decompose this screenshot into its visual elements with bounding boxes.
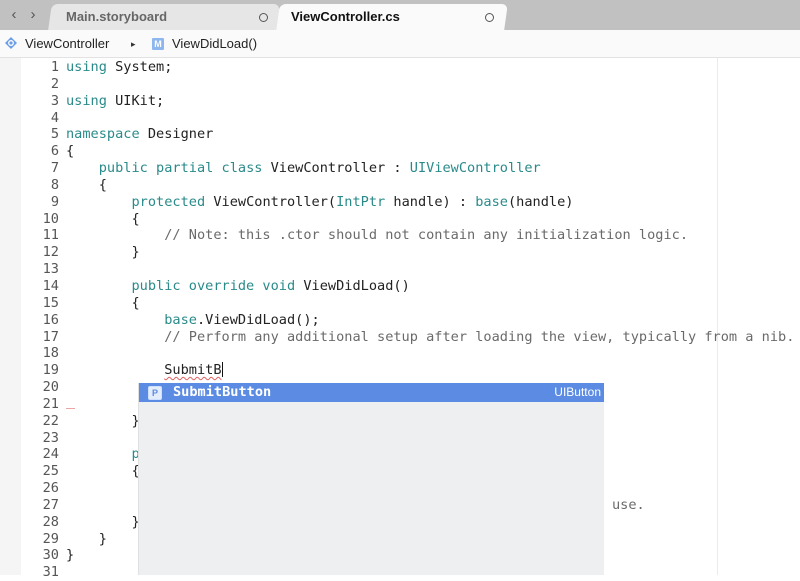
code-line: 9 protected ViewController(IntPtr handle… — [0, 194, 800, 211]
code-line-current: 19 SubmitB — [0, 362, 800, 379]
back-button[interactable]: ‹ — [5, 6, 23, 24]
code-line: 16 base.ViewDidLoad(); — [0, 312, 800, 329]
line-number: 4 — [50, 109, 59, 126]
class-icon — [5, 37, 17, 49]
code-line: 14 public override void ViewDidLoad() — [0, 278, 800, 295]
code-line: 15 { — [0, 295, 800, 312]
text-caret — [221, 362, 223, 378]
line-number: 12 — [42, 244, 59, 261]
line-number: 7 — [50, 160, 59, 177]
line-number: 28 — [42, 513, 59, 530]
code-line: 3 using UIKit; — [0, 93, 800, 110]
tab-main-storyboard-label: Main.storyboard — [66, 9, 168, 24]
line-number: 15 — [42, 294, 59, 311]
line-number: 8 — [50, 176, 59, 193]
code-line: 12 } — [0, 244, 800, 261]
code-line: 8 { — [0, 177, 800, 194]
line-number: 30 — [42, 547, 59, 564]
line-number: 5 — [50, 126, 59, 143]
breadcrumb-class[interactable]: ViewController — [25, 36, 109, 51]
code-line: 13 — [0, 261, 800, 278]
line-number: 18 — [42, 345, 59, 362]
line-number: 6 — [50, 143, 59, 160]
autocomplete-popup: P SubmitButton UIButton — [138, 383, 604, 575]
forward-button[interactable]: › — [24, 6, 42, 24]
error-squiggle-icon: ﹏ — [66, 400, 76, 411]
autocomplete-item-selected[interactable]: P SubmitButton UIButton — [139, 383, 604, 402]
line-number: 25 — [42, 463, 59, 480]
line-number: 29 — [42, 530, 59, 547]
line-number: 26 — [42, 480, 59, 497]
line-number: 11 — [42, 227, 59, 244]
method-icon: M — [152, 38, 164, 50]
code-line: 17 // Perform any additional setup after… — [0, 329, 800, 346]
tab-bar: ‹ › Main.storyboard ViewController.cs — [0, 0, 800, 30]
line-number: 9 — [50, 193, 59, 210]
code-line: 6{ — [0, 143, 800, 160]
tab-viewcontroller-cs-label: ViewController.cs — [291, 9, 400, 24]
code-line: 18 — [0, 345, 800, 362]
autocomplete-item-name: SubmitButton — [173, 384, 272, 400]
line-number: 2 — [50, 75, 59, 92]
line-number: 1 — [50, 59, 59, 75]
code-line: 2 — [0, 76, 800, 93]
line-number: 10 — [42, 210, 59, 227]
tab-main-storyboard-close-icon[interactable] — [259, 13, 268, 22]
line-number: 13 — [42, 261, 59, 278]
line-number: 27 — [42, 496, 59, 513]
autocomplete-item-type: UIButton — [554, 385, 601, 399]
line-number: 21 — [42, 395, 59, 412]
line-number: 14 — [42, 277, 59, 294]
line-number: 31 — [42, 564, 59, 581]
code-line: 10 { — [0, 211, 800, 228]
code-line: 5 namespace Designer — [0, 126, 800, 143]
code-line: 4 — [0, 110, 800, 127]
breadcrumb-method[interactable]: ViewDidLoad() — [172, 36, 257, 51]
chevron-left-icon: ‹ — [11, 6, 17, 23]
chevron-right-icon: › — [30, 6, 36, 23]
line-number: 23 — [42, 429, 59, 446]
tab-viewcontroller-cs-close-icon[interactable] — [485, 13, 494, 22]
code-line: 11 // Note: this .ctor should not contai… — [0, 227, 800, 244]
line-number: 3 — [50, 92, 59, 109]
line-number: 20 — [42, 379, 59, 396]
line-number: 19 — [42, 362, 59, 379]
property-icon: P — [148, 386, 162, 400]
code-line: 1 using System; — [0, 59, 800, 76]
breadcrumb — [0, 30, 800, 58]
line-number: 24 — [42, 446, 59, 463]
breadcrumb-separator-icon: ▸ — [131, 39, 136, 49]
line-number: 16 — [42, 311, 59, 328]
line-number: 17 — [42, 328, 59, 345]
error-squiggle-text: SubmitB — [164, 362, 222, 379]
line-number: 22 — [42, 412, 59, 429]
code-line: 7 public partial class ViewController : … — [0, 160, 800, 177]
